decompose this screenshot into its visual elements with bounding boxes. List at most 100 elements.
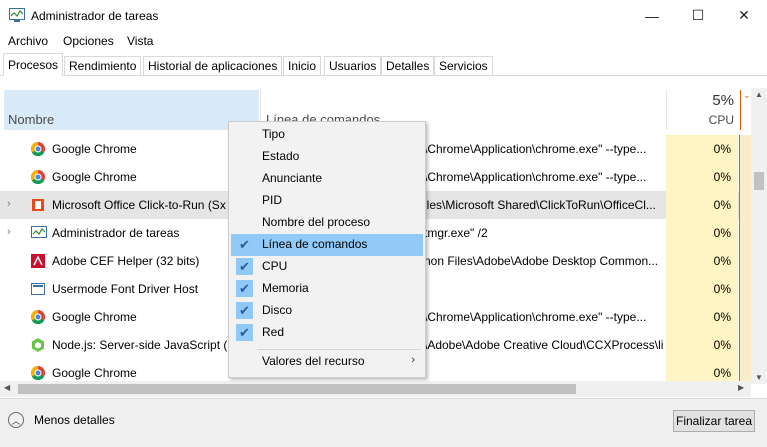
process-name: Usermode Font Driver Host: [52, 282, 199, 296]
submenu-arrow-icon: ›: [411, 354, 415, 366]
vertical-scroll-thumb[interactable]: [754, 172, 764, 190]
menu-opciones[interactable]: Opciones: [63, 34, 114, 48]
menu-item-label: Memoria: [262, 281, 309, 295]
process-cpu-cell: 0%: [666, 163, 738, 191]
tab-inicio[interactable]: Inicio: [283, 56, 322, 75]
sort-chevron-icon: ⌄: [743, 90, 751, 100]
process-memory-cell: [739, 331, 751, 359]
process-cpu-value: 0%: [713, 366, 731, 380]
process-memory-cell: [739, 219, 751, 247]
process-name: Google Chrome: [52, 366, 137, 380]
menu-item-tipo[interactable]: Tipo: [231, 124, 423, 146]
tab-rendimiento[interactable]: Rendimiento: [64, 56, 142, 75]
vertical-scrollbar[interactable]: ▲ ▼: [751, 88, 767, 384]
menu-item-label: Nombre del proceso: [262, 215, 371, 229]
horizontal-scroll-thumb[interactable]: [18, 384, 576, 394]
tab-detalles[interactable]: Detalles: [381, 56, 435, 75]
menu-item-valores-del-recurso[interactable]: Valores del recurso ›: [231, 351, 423, 373]
process-command-line: tmgr.exe" /2: [424, 226, 488, 240]
menu-item-cpu[interactable]: ✔ CPU: [231, 256, 423, 278]
footer-bar: ︿ Menos detalles Finalizar tarea: [0, 398, 767, 447]
menu-bar: Archivo Opciones Vista: [0, 31, 767, 51]
maximize-button[interactable]: ☐: [675, 0, 721, 31]
menu-item-label: Tipo: [262, 127, 285, 141]
process-name: Administrador de tareas: [52, 226, 180, 240]
column-header-memory[interactable]: ⌄: [740, 90, 751, 130]
process-cpu-cell: 0%: [666, 135, 738, 163]
menu-archivo[interactable]: Archivo: [8, 34, 48, 48]
scroll-right-icon[interactable]: ▶: [738, 383, 744, 392]
adobe-icon: [31, 254, 45, 268]
process-cpu-value: 0%: [713, 310, 731, 324]
process-name: Google Chrome: [52, 170, 137, 184]
chrome-icon: [30, 141, 45, 157]
tab-bar: Procesos Rendimiento Historial de aplica…: [0, 53, 767, 76]
menu-vista[interactable]: Vista: [127, 34, 153, 48]
cpu-total-percent: 5%: [712, 92, 734, 109]
chevron-up-icon: ︿: [8, 412, 24, 428]
process-name: Node.js: Server-side JavaScript (32: [52, 338, 241, 352]
menu-item-label: Disco: [262, 303, 293, 317]
process-command-line: \Adobe\Adobe Creative Cloud\CCXProcess\l…: [424, 338, 664, 352]
process-memory-cell: [739, 163, 751, 191]
tab-procesos[interactable]: Procesos: [3, 53, 64, 76]
checkmark-icon: ✔: [236, 258, 253, 275]
menu-separator: [257, 349, 421, 350]
chrome-icon: [30, 365, 45, 381]
horizontal-scrollbar[interactable]: ◀ ▶: [0, 381, 751, 397]
menu-item-label: PID: [262, 193, 283, 207]
process-memory-cell: [739, 247, 751, 275]
process-memory-cell: [739, 275, 751, 303]
menu-item-label: Anunciante: [262, 171, 323, 185]
checkmark-icon: ✔: [236, 302, 253, 319]
window-title: Administrador de tareas: [31, 9, 159, 23]
process-cpu-value: 0%: [713, 338, 731, 352]
tab-servicios[interactable]: Servicios: [434, 56, 493, 75]
end-task-button[interactable]: Finalizar tarea: [673, 410, 755, 432]
menu-item-disco[interactable]: ✔ Disco: [231, 300, 423, 322]
menu-item-memoria[interactable]: ✔ Memoria: [231, 278, 423, 300]
checkmark-icon: ✔: [236, 236, 253, 253]
scroll-left-icon[interactable]: ◀: [4, 383, 10, 392]
column-header-cpu[interactable]: 5% CPU: [666, 90, 739, 130]
process-cpu-cell: 0%: [666, 191, 738, 219]
scroll-up-icon[interactable]: ▲: [755, 90, 763, 99]
process-cpu-cell: 0%: [666, 247, 738, 275]
process-memory-cell: [739, 191, 751, 219]
menu-item-nombre-del-proceso[interactable]: Nombre del proceso: [231, 212, 423, 234]
tab-usuarios[interactable]: Usuarios: [324, 56, 382, 75]
process-cpu-cell: 0%: [666, 331, 738, 359]
process-cpu-value: 0%: [713, 198, 731, 212]
menu-item-pid[interactable]: PID: [231, 190, 423, 212]
close-button[interactable]: ✕: [721, 0, 767, 31]
task-manager-icon: [31, 226, 47, 240]
process-command-line: iles\Microsoft Shared\ClickToRun\OfficeC…: [424, 198, 656, 212]
process-command-line: \Chrome\Application\chrome.exe" --type..…: [424, 142, 647, 156]
column-header-name[interactable]: Nombre: [4, 90, 259, 130]
menu-item-label: Línea de comandos: [262, 237, 368, 251]
process-command-line: non Files\Adobe\Adobe Desktop Common...: [424, 254, 659, 268]
menu-item-label: Valores del recurso: [262, 354, 365, 368]
expand-chevron-icon[interactable]: ›: [7, 198, 11, 210]
process-cpu-value: 0%: [713, 142, 731, 156]
less-details-button[interactable]: ︿ Menos detalles: [8, 412, 115, 428]
tab-historial[interactable]: Historial de aplicaciones: [143, 56, 283, 75]
font-driver-icon: [31, 282, 45, 296]
expand-chevron-icon[interactable]: ›: [7, 226, 11, 238]
menu-item-línea-de-comandos[interactable]: ✔ Línea de comandos: [231, 234, 423, 256]
menu-item-anunciante[interactable]: Anunciante: [231, 168, 423, 190]
process-cpu-value: 0%: [713, 254, 731, 268]
minimize-button[interactable]: —: [629, 0, 675, 31]
process-memory-cell: [739, 303, 751, 331]
scroll-down-icon[interactable]: ▼: [755, 373, 763, 382]
menu-item-label: Red: [262, 325, 285, 339]
process-memory-cell: [739, 135, 751, 163]
office-icon: [31, 198, 45, 212]
column-header-name-label: Nombre: [8, 112, 55, 127]
process-name: Adobe CEF Helper (32 bits): [52, 254, 200, 268]
title-bar: Administrador de tareas — ☐ ✕: [0, 0, 767, 31]
menu-item-red[interactable]: ✔ Red: [231, 322, 423, 344]
menu-item-estado[interactable]: Estado: [231, 146, 423, 168]
process-cpu-cell: 0%: [666, 219, 738, 247]
process-cpu-value: 0%: [713, 226, 731, 240]
